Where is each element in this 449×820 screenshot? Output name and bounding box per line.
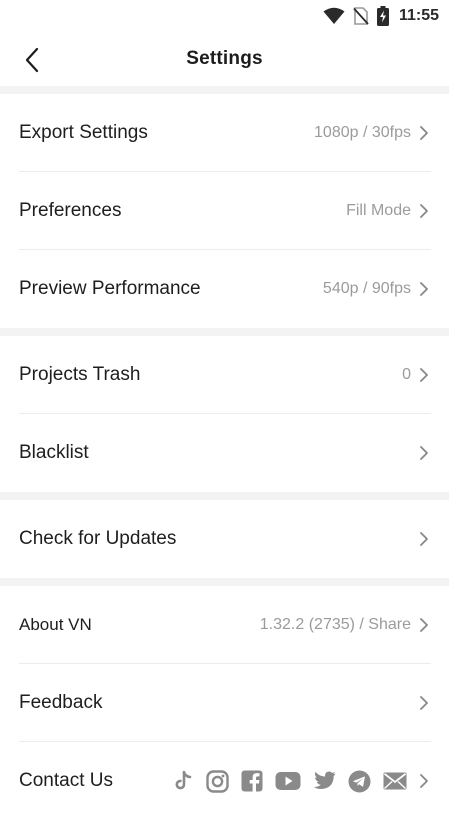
row-label: Preview Performance bbox=[19, 278, 201, 299]
row-label: Blacklist bbox=[19, 442, 89, 463]
chevron-right-icon bbox=[420, 204, 428, 218]
row-value: 1.32.2 (2735) / Share bbox=[259, 616, 411, 633]
section-gap bbox=[0, 578, 449, 586]
row-label: Contact Us bbox=[19, 770, 113, 791]
status-bar: 11:55 bbox=[0, 0, 449, 32]
no-sim-icon bbox=[353, 7, 369, 25]
check-for-updates-row[interactable]: Check for Updates bbox=[0, 500, 449, 578]
twitter-icon[interactable] bbox=[313, 771, 336, 791]
status-time: 11:55 bbox=[398, 7, 439, 24]
battery-charging-icon bbox=[376, 6, 389, 26]
contact-us-row: Contact Us bbox=[0, 742, 449, 820]
chevron-right-icon[interactable] bbox=[419, 773, 429, 789]
row-value: 0 bbox=[402, 366, 411, 383]
settings-section-2: Projects Trash 0 Blacklist bbox=[0, 336, 449, 492]
youtube-icon[interactable] bbox=[275, 771, 301, 791]
export-settings-row[interactable]: Export Settings 1080p / 30fps bbox=[0, 94, 449, 172]
feedback-row[interactable]: Feedback bbox=[0, 664, 449, 742]
settings-section-4: About VN 1.32.2 (2735) / Share Feedback … bbox=[0, 586, 449, 820]
back-button[interactable] bbox=[12, 40, 52, 80]
row-value: 1080p / 30fps bbox=[314, 124, 411, 141]
row-label: Check for Updates bbox=[19, 528, 177, 549]
settings-section-1: Export Settings 1080p / 30fps Preference… bbox=[0, 94, 449, 328]
page-title: Settings bbox=[186, 48, 263, 69]
facebook-icon[interactable] bbox=[241, 770, 263, 792]
back-arrow-icon bbox=[25, 47, 39, 73]
preferences-row[interactable]: Preferences Fill Mode bbox=[0, 172, 449, 250]
social-links bbox=[172, 769, 407, 793]
about-vn-row[interactable]: About VN 1.32.2 (2735) / Share bbox=[0, 586, 449, 664]
chevron-right-icon bbox=[420, 446, 428, 460]
chevron-right-icon bbox=[420, 368, 428, 382]
row-label: About VN bbox=[19, 615, 92, 634]
row-value: Fill Mode bbox=[346, 202, 411, 219]
row-label: Export Settings bbox=[19, 122, 148, 143]
chevron-right-icon bbox=[420, 618, 428, 632]
preview-performance-row[interactable]: Preview Performance 540p / 90fps bbox=[0, 250, 449, 328]
section-gap bbox=[0, 492, 449, 500]
section-gap bbox=[0, 328, 449, 336]
row-label: Preferences bbox=[19, 200, 122, 221]
blacklist-row[interactable]: Blacklist bbox=[0, 414, 449, 492]
wifi-icon bbox=[323, 7, 345, 25]
row-value: 540p / 90fps bbox=[322, 280, 411, 297]
row-label: Projects Trash bbox=[19, 364, 141, 385]
chevron-right-icon bbox=[420, 126, 428, 140]
settings-section-3: Check for Updates bbox=[0, 500, 449, 578]
section-gap bbox=[0, 86, 449, 94]
instagram-icon[interactable] bbox=[206, 769, 229, 793]
top-bar: Settings bbox=[0, 32, 449, 86]
chevron-right-icon bbox=[420, 282, 428, 296]
chevron-right-icon bbox=[420, 696, 428, 710]
chevron-right-icon bbox=[420, 532, 428, 546]
mail-icon[interactable] bbox=[383, 772, 407, 790]
row-label: Feedback bbox=[19, 692, 103, 713]
tiktok-icon[interactable] bbox=[172, 770, 194, 792]
projects-trash-row[interactable]: Projects Trash 0 bbox=[0, 336, 449, 414]
telegram-icon[interactable] bbox=[348, 770, 371, 793]
